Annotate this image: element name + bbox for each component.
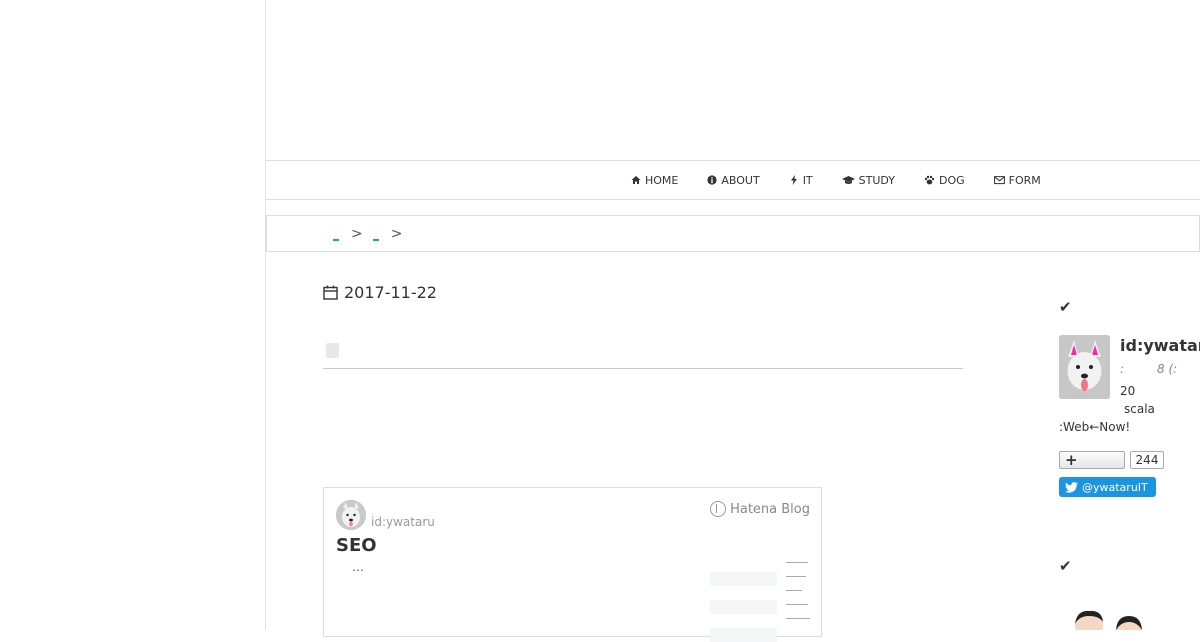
nav-about-label: ABOUT <box>721 173 760 187</box>
nav-study-label: STUDY <box>858 173 895 187</box>
sidebar: ✔ id:ywataru : 8 (: 20 scala :Web←Now! +… <box>1059 298 1200 642</box>
twitter-follow-button[interactable]: @ywataruIT <box>1059 477 1156 497</box>
left-blank-pane <box>0 0 266 630</box>
follow-button[interactable]: + <box>1059 451 1125 469</box>
nav-dog[interactable]: DOG <box>924 174 965 187</box>
nav-home[interactable]: HOME <box>631 174 678 187</box>
breadcrumb-link-category[interactable] <box>372 233 379 241</box>
people-icon <box>1075 610 1142 642</box>
graduation-cap-icon <box>841 176 855 184</box>
breadcrumb-separator: > <box>390 225 403 242</box>
thumb-row <box>710 572 777 586</box>
thumb-text-line <box>786 576 806 577</box>
twitter-icon <box>1065 481 1078 493</box>
embed-author[interactable]: id:ywataru <box>371 515 435 529</box>
title-placeholder-glyph <box>326 343 339 358</box>
article-title <box>323 340 963 369</box>
embed-title[interactable]: SEO <box>336 535 377 556</box>
hatena-logo-icon <box>710 501 727 517</box>
twitter-handle: @ywataruIT <box>1082 480 1148 494</box>
thumb-text-line <box>786 590 802 591</box>
hatena-brand-label: Hatena Blog <box>730 501 810 517</box>
nav-it[interactable]: IT <box>789 174 813 187</box>
section-check-icon: ✔ <box>1059 557 1072 575</box>
nav-study[interactable]: STUDY <box>841 173 895 187</box>
article-date-text: 2017-11-22 <box>344 283 437 302</box>
article-date: 2017-11-22 <box>323 283 437 302</box>
nav-form[interactable]: FORM <box>993 173 1041 187</box>
profile-line-1: 20 <box>1120 384 1136 398</box>
home-icon <box>631 176 641 184</box>
dog-profile-icon <box>1059 335 1110 399</box>
header-area <box>266 0 1200 160</box>
paw-icon <box>924 175 935 185</box>
breadcrumb-separator: > <box>351 225 363 242</box>
embed-thumbnail <box>710 556 814 642</box>
plus-icon: + <box>1065 451 1078 469</box>
profile-avatar[interactable] <box>1059 335 1110 399</box>
thumb-text-line <box>786 604 808 605</box>
embed-author-avatar <box>336 500 366 530</box>
profile-line-2: scala <box>1124 402 1155 416</box>
embed-blog-card[interactable]: id:ywataru SEO … Hatena Blog <box>323 487 822 642</box>
thumb-row <box>710 600 777 614</box>
global-nav: HOME ABOUT IT STUDY DOG FORM <box>266 160 1200 200</box>
calendar-icon <box>323 285 338 300</box>
profile-line-3: :Web←Now! <box>1059 420 1131 434</box>
nav-it-label: IT <box>802 173 813 187</box>
people-illustration <box>1073 610 1153 642</box>
thumb-text-line <box>786 562 808 563</box>
profile-meta-2: 8 (: <box>1157 362 1178 376</box>
thumb-row <box>710 628 777 642</box>
thumb-text-line <box>786 618 810 619</box>
breadcrumb-link-home[interactable] <box>333 233 339 241</box>
info-icon <box>707 175 717 185</box>
breadcrumb: > > <box>266 215 1200 252</box>
nav-items: HOME ABOUT IT STUDY DOG FORM <box>631 161 1041 199</box>
section-check-icon: ✔ <box>1059 298 1072 316</box>
nav-dog-label: DOG <box>939 173 965 187</box>
hatena-blog-brand[interactable]: Hatena Blog <box>710 501 810 517</box>
profile-id[interactable]: id:ywataru <box>1120 336 1200 355</box>
envelope-icon <box>993 176 1005 185</box>
nav-form-label: FORM <box>1008 173 1041 187</box>
nav-about[interactable]: ABOUT <box>707 173 760 187</box>
bolt-icon <box>790 175 797 185</box>
follower-count: 244 <box>1130 451 1164 469</box>
dog-avatar-icon <box>336 500 366 530</box>
profile-meta-1: : <box>1120 362 1125 376</box>
nav-home-label: HOME <box>645 173 679 187</box>
embed-excerpt: … <box>352 560 364 574</box>
